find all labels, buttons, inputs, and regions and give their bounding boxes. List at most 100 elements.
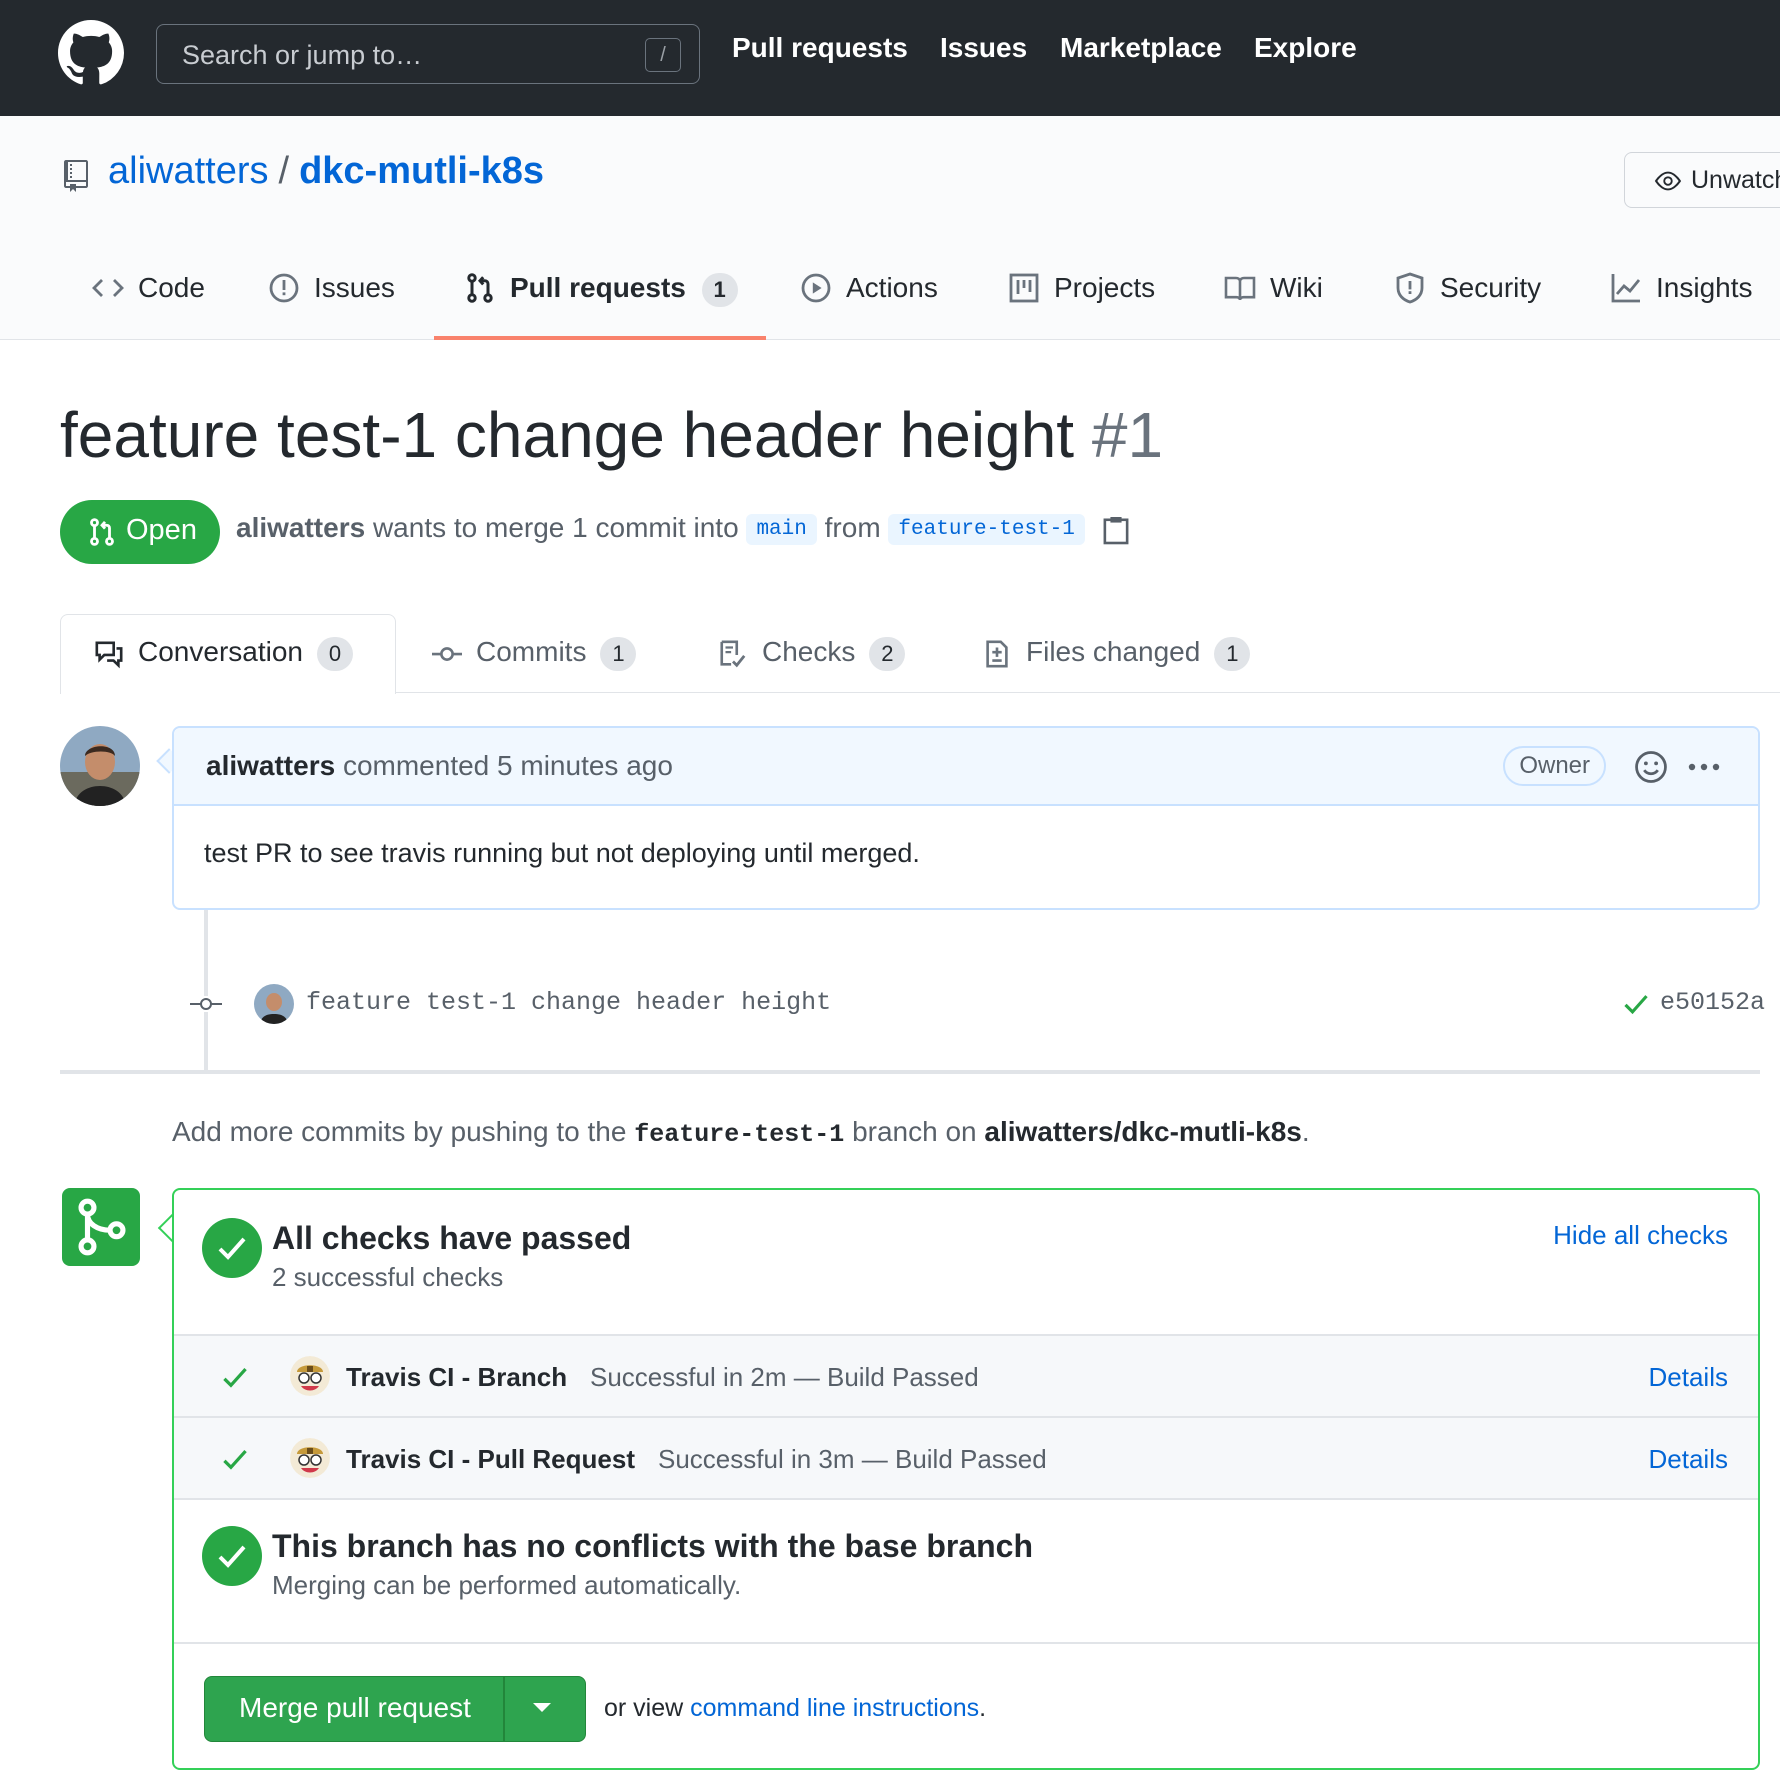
pr-meta-text: wants to merge 1 commit into bbox=[372, 512, 739, 543]
nav-explore[interactable]: Explore bbox=[1254, 32, 1357, 64]
git-merge-icon bbox=[78, 1198, 126, 1256]
check-description: Successful in 2m — Build Passed bbox=[590, 1362, 979, 1392]
section-divider bbox=[174, 1642, 1758, 1644]
push-hint: Add more commits by pushing to the featu… bbox=[172, 1116, 1310, 1149]
files-changed-count: 1 bbox=[1214, 636, 1251, 671]
caret-down-icon[interactable] bbox=[533, 1703, 551, 1712]
tab-conversation-label: Conversation bbox=[138, 636, 303, 667]
push-hint-repo: aliwatters/dkc-mutli-k8s bbox=[984, 1116, 1302, 1147]
kebab-horizontal-icon[interactable] bbox=[1686, 750, 1722, 784]
pr-author-link[interactable]: aliwatters bbox=[236, 512, 365, 543]
checks-title: All checks have passed bbox=[272, 1220, 632, 1256]
head-branch[interactable]: feature-test-1 bbox=[888, 514, 1085, 546]
push-hint-branch: feature-test-1 bbox=[634, 1120, 845, 1149]
git-pull-request-icon bbox=[90, 518, 114, 546]
comment-box: aliwatters commented 5 minutes ago Owner… bbox=[172, 726, 1760, 910]
global-header: Search or jump to… / Pull requests Issue… bbox=[0, 0, 1780, 116]
push-hint-suffix: . bbox=[1301, 1116, 1310, 1147]
check-row: Travis CI - Branch Successful in 2m — Bu… bbox=[174, 1334, 1758, 1416]
graph-icon bbox=[1611, 274, 1641, 303]
merge-pull-request-button[interactable]: Merge pull request bbox=[204, 1676, 586, 1742]
tab-commits-label: Commits bbox=[476, 636, 587, 667]
nav-marketplace[interactable]: Marketplace bbox=[1060, 32, 1222, 64]
commit-author-avatar[interactable] bbox=[254, 984, 294, 1024]
tab-files-changed[interactable]: Files changed 1 bbox=[980, 636, 1251, 671]
travis-ci-logo bbox=[290, 1438, 330, 1478]
tab-conversation[interactable]: Conversation 0 bbox=[92, 636, 353, 671]
push-hint-prefix: Add more commits by pushing to the bbox=[172, 1116, 627, 1147]
pull-requests-count: 1 bbox=[701, 272, 738, 307]
commit-sha-link[interactable]: e50152a bbox=[1660, 988, 1765, 1017]
repo-separator: / bbox=[278, 150, 290, 192]
travis-ci-logo bbox=[290, 1356, 330, 1396]
tab-pull-requests-text: Pull requests bbox=[510, 272, 686, 303]
tab-issues-label: Issues bbox=[314, 272, 395, 303]
tab-checks[interactable]: Checks 2 bbox=[716, 636, 906, 671]
git-pull-request-icon bbox=[467, 273, 493, 303]
repo-title: aliwatters / dkc-mutli-k8s bbox=[108, 150, 544, 193]
pr-from-text: from bbox=[824, 512, 881, 543]
search-shortcut-key: / bbox=[645, 38, 681, 72]
repo-icon bbox=[64, 160, 88, 192]
push-hint-middle: branch on bbox=[852, 1116, 977, 1147]
no-conflicts-icon bbox=[202, 1526, 262, 1586]
merge-button-separator bbox=[503, 1677, 505, 1741]
nav-pull-requests[interactable]: Pull requests bbox=[732, 32, 908, 64]
timeline-divider bbox=[60, 1070, 1760, 1074]
checklist-icon bbox=[720, 640, 746, 667]
commit-message-link[interactable]: feature test-1 change header height bbox=[306, 988, 831, 1017]
active-tab-underline bbox=[434, 336, 766, 340]
pr-state-badge: Open bbox=[60, 500, 220, 564]
merge-alternative-text: or view command line instructions. bbox=[604, 1694, 986, 1723]
check-details-link[interactable]: Details bbox=[1649, 1362, 1728, 1393]
command-line-instructions-link[interactable]: command line instructions bbox=[690, 1694, 979, 1722]
comment-author-link[interactable]: aliwatters bbox=[206, 750, 335, 781]
shield-icon bbox=[1396, 272, 1424, 304]
tab-files-changed-label: Files changed bbox=[1026, 636, 1201, 667]
search-placeholder: Search or jump to… bbox=[182, 40, 423, 70]
search-input[interactable]: Search or jump to… / bbox=[156, 24, 700, 84]
smiley-icon[interactable] bbox=[1634, 750, 1668, 784]
check-icon[interactable] bbox=[1622, 990, 1650, 1018]
tab-actions-label: Actions bbox=[846, 272, 938, 303]
git-commit-icon bbox=[432, 646, 462, 661]
check-row: Travis CI - Pull Request Successful in 3… bbox=[174, 1416, 1758, 1498]
unwatch-label: Unwatch bbox=[1691, 166, 1780, 194]
tab-insights-label: Insights bbox=[1656, 272, 1753, 303]
check-icon bbox=[223, 1367, 247, 1388]
issue-icon bbox=[269, 273, 299, 303]
checks-passed-icon bbox=[202, 1218, 262, 1278]
code-icon bbox=[92, 279, 124, 297]
tab-checks-label: Checks bbox=[762, 636, 856, 667]
section-divider bbox=[174, 1498, 1758, 1500]
checks-count: 2 bbox=[869, 636, 906, 671]
pr-number: #1 bbox=[1091, 399, 1164, 471]
merge-alt-suffix: . bbox=[979, 1694, 987, 1722]
tab-pull-requests-label: Pull requests 1 bbox=[510, 272, 738, 307]
check-details-link[interactable]: Details bbox=[1649, 1444, 1728, 1475]
clipboard-icon[interactable] bbox=[1103, 515, 1129, 545]
unwatch-button[interactable]: Unwatch bbox=[1624, 152, 1780, 208]
nav-issues[interactable]: Issues bbox=[940, 32, 1027, 64]
repo-owner-link[interactable]: aliwatters bbox=[108, 150, 269, 192]
git-commit-icon bbox=[190, 996, 222, 1012]
pr-title: feature test-1 change header height #1 bbox=[60, 398, 1163, 472]
tab-commits[interactable]: Commits 1 bbox=[430, 636, 637, 671]
github-logo-icon[interactable] bbox=[58, 20, 124, 86]
comment-body: test PR to see travis running but not de… bbox=[204, 838, 920, 868]
comment-action: commented 5 minutes ago bbox=[342, 750, 673, 781]
pr-meta: aliwatters wants to merge 1 commit into … bbox=[236, 512, 1129, 546]
repo-name-link[interactable]: dkc-mutli-k8s bbox=[299, 150, 544, 192]
conflicts-subtitle: Merging can be performed automatically. bbox=[272, 1570, 742, 1600]
hide-all-checks-link[interactable]: Hide all checks bbox=[1553, 1220, 1728, 1251]
book-icon bbox=[1224, 276, 1256, 301]
comment-discussion-icon bbox=[95, 641, 123, 668]
tab-code-label: Code bbox=[138, 272, 205, 303]
base-branch[interactable]: main bbox=[746, 514, 817, 546]
checks-subtitle: 2 successful checks bbox=[272, 1262, 504, 1292]
merge-status-icon bbox=[62, 1188, 140, 1266]
avatar[interactable] bbox=[60, 726, 140, 806]
repo-header: aliwatters / dkc-mutli-k8s Unwatch Code Is… bbox=[0, 116, 1780, 340]
commits-count: 1 bbox=[600, 636, 637, 671]
check-name: Travis CI - Pull Request bbox=[346, 1444, 635, 1474]
